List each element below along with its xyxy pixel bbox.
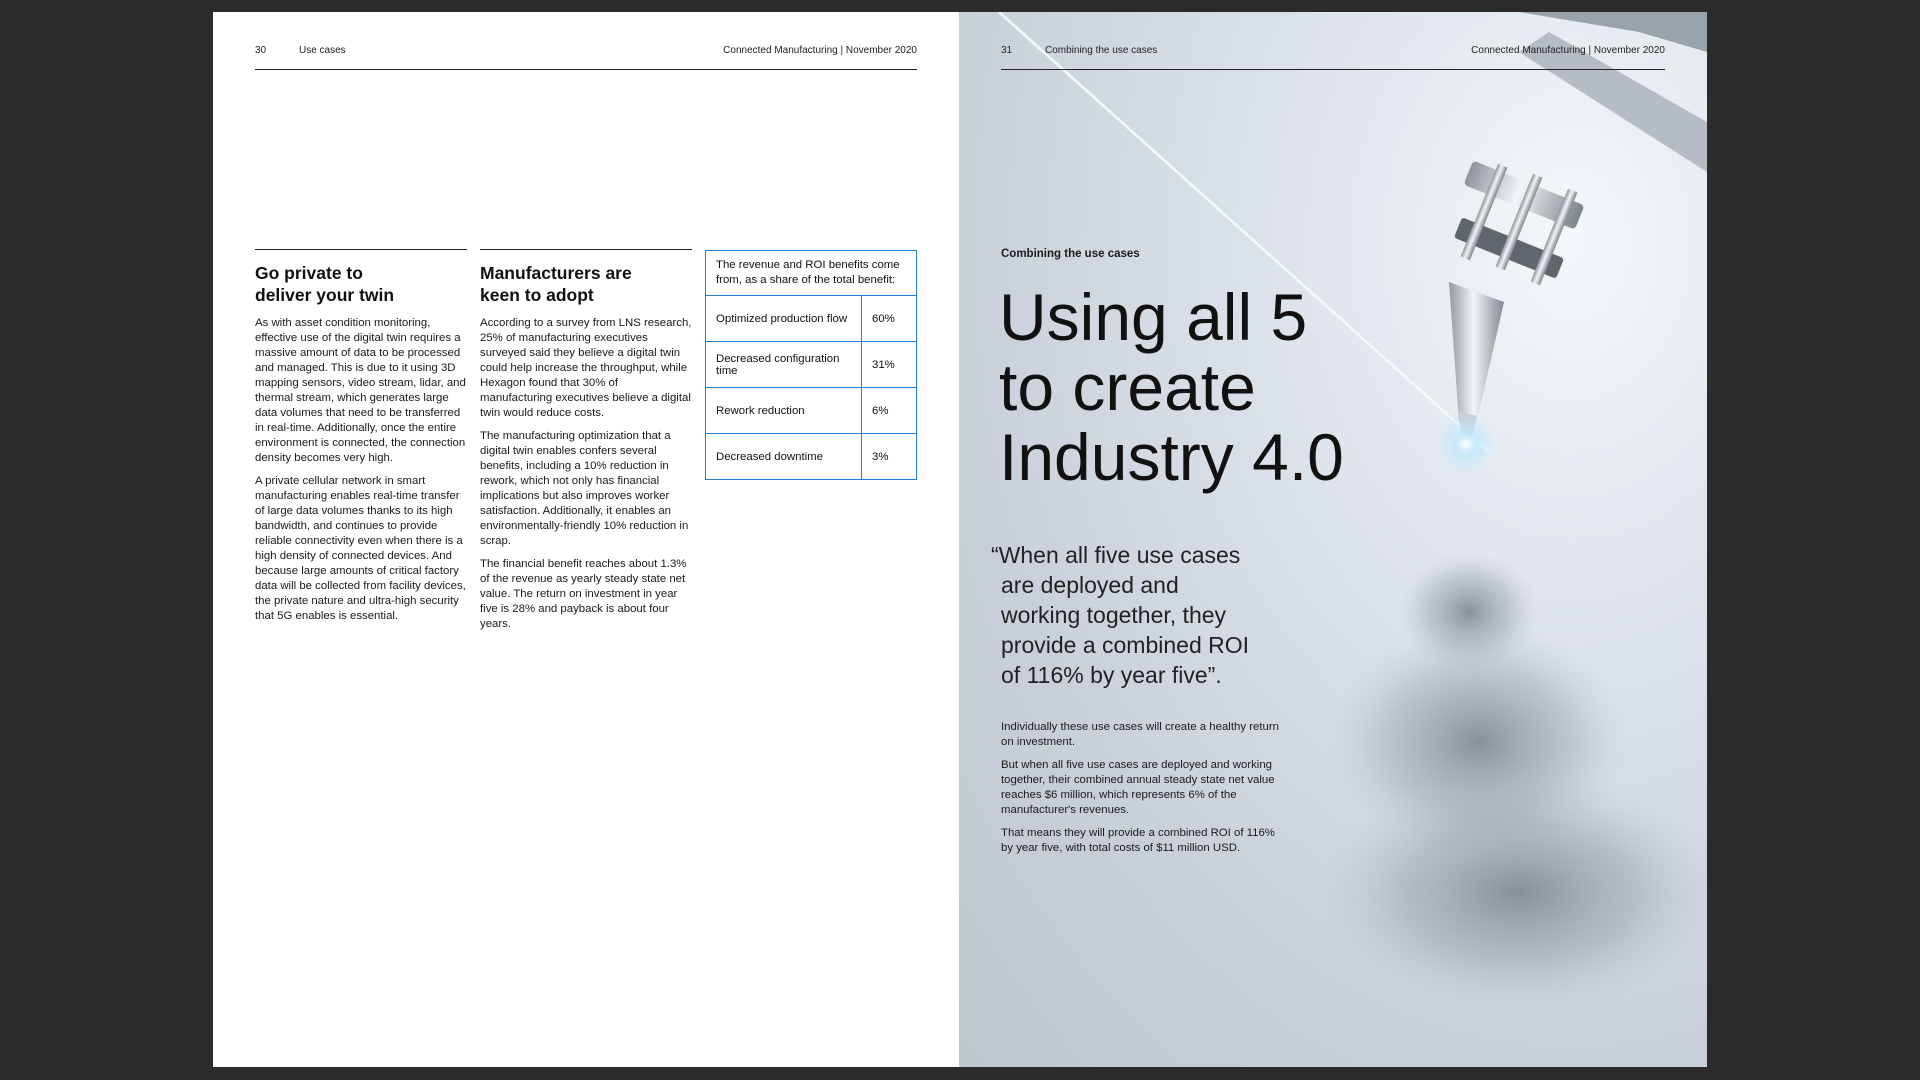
heading-line: deliver your twin	[255, 285, 395, 305]
page-number: 30	[255, 45, 267, 56]
paragraph: Individually these use cases will create…	[1001, 721, 1279, 748]
quote-line: provide a combined ROI	[1001, 632, 1250, 658]
headline-line: to create	[999, 350, 1256, 424]
table-caption: The revenue and ROI benefits come from, …	[706, 251, 916, 296]
row-value: 6%	[872, 404, 889, 417]
running-header: 30 Use cases Connected Manufacturing | N…	[255, 45, 917, 70]
document-title: Connected Manufacturing | November 2020	[723, 45, 917, 56]
row-label: Decreased downtime	[706, 434, 862, 479]
column-heading: Go private to deliver your twin	[255, 262, 467, 306]
left-page: 30 Use cases Connected Manufacturing | N…	[213, 12, 959, 1067]
table-row: Rework reduction 6%	[706, 388, 916, 434]
row-value: 60%	[872, 312, 895, 325]
quote-line: working together, they	[1001, 602, 1227, 628]
row-label: Rework reduction	[706, 388, 862, 433]
paragraph: The manufacturing optimization that a di…	[480, 430, 689, 547]
column-heading: Manufacturers are keen to adopt	[480, 262, 692, 306]
heading-line: Manufacturers are	[480, 263, 632, 283]
right-page: 31 Combining the use cases Connected Man…	[959, 12, 1707, 1067]
headline-line: Using all 5	[999, 280, 1308, 354]
column-go-private: Go private to deliver your twin As with …	[255, 249, 467, 632]
paragraph: The financial benefit reaches about 1.3%…	[480, 558, 687, 630]
paragraph: According to a survey from LNS research,…	[480, 317, 692, 419]
table-row: Decreased configuration time 31%	[706, 342, 916, 388]
paragraph: But when all five use cases are deployed…	[1001, 759, 1275, 816]
quote-line: of 116% by year five”.	[1001, 662, 1222, 688]
running-header: 31 Combining the use cases Connected Man…	[1001, 45, 1665, 70]
quote-line: are deployed and	[1001, 572, 1179, 598]
headline-line: Industry 4.0	[999, 420, 1344, 494]
row-value: 3%	[872, 450, 889, 463]
section-title: Combining the use cases	[1045, 45, 1158, 56]
page-number: 31	[1001, 45, 1013, 56]
page-headline: Using all 5 to create Industry 4.0	[999, 282, 1419, 492]
document-title: Connected Manufacturing | November 2020	[1471, 45, 1665, 56]
paragraph: As with asset condition monitoring, effe…	[255, 317, 466, 464]
table-row: Decreased downtime 3%	[706, 434, 916, 479]
section-title: Use cases	[299, 45, 346, 56]
column-keen-to-adopt: Manufacturers are keen to adopt Accordin…	[480, 249, 692, 640]
heading-line: Go private to	[255, 263, 363, 283]
paragraph: A private cellular network in smart manu…	[255, 475, 466, 622]
row-label: Decreased configuration time	[706, 342, 862, 387]
row-label: Optimized production flow	[706, 296, 862, 341]
pull-quote: “When all five use cases are deployed an…	[991, 540, 1291, 690]
quote-line: “When all five use cases	[991, 542, 1241, 568]
paragraph: That means they will provide a combined …	[1001, 827, 1275, 854]
heading-line: keen to adopt	[480, 285, 594, 305]
section-kicker: Combining the use cases	[1001, 248, 1140, 260]
body-text: Individually these use cases will create…	[1001, 720, 1281, 864]
table-row: Optimized production flow 60%	[706, 296, 916, 342]
row-value: 31%	[872, 358, 895, 371]
benefit-table: The revenue and ROI benefits come from, …	[705, 250, 917, 480]
